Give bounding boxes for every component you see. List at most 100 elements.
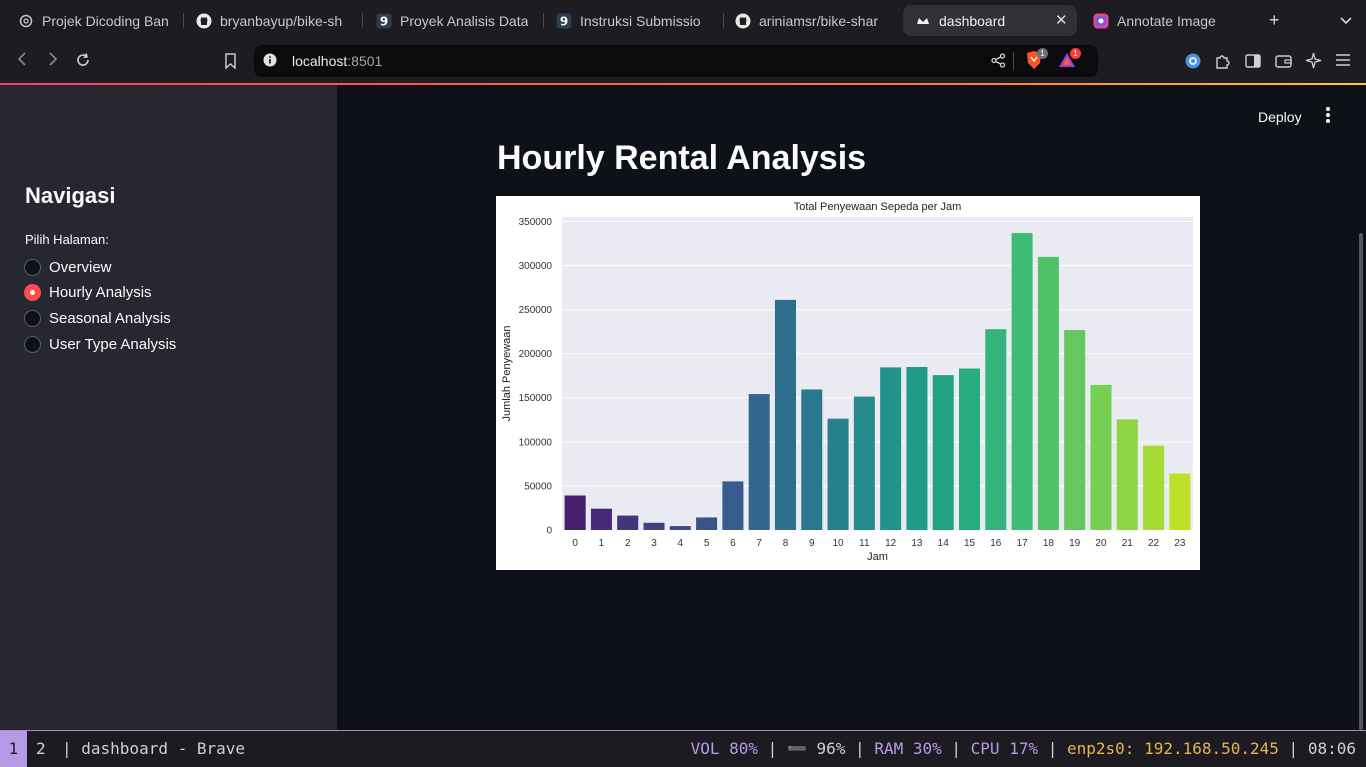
x-tick-label: 23	[1174, 538, 1186, 549]
tab-divider	[543, 13, 544, 28]
back-button[interactable]	[17, 51, 27, 72]
bar-hour-9	[801, 389, 823, 530]
wallet-icon[interactable]	[1275, 53, 1292, 73]
x-tick-label: 18	[1043, 538, 1055, 549]
bar-hour-4	[669, 526, 691, 530]
dicoding-icon: 9	[376, 13, 392, 29]
bar-hour-11	[853, 396, 875, 530]
shields-count-badge: 1	[1037, 48, 1048, 59]
bar-hour-12	[880, 367, 902, 530]
window-title: | dashboard - Brave	[62, 739, 246, 758]
close-tab-icon[interactable]: ✕	[1055, 11, 1068, 29]
tab-instruksi-submission[interactable]: 9 Instruksi Submissio	[556, 5, 712, 36]
tab-proyek-analisis[interactable]: 9 Proyek Analisis Data	[376, 5, 532, 36]
x-tick-label: 2	[625, 538, 631, 549]
workspace-2[interactable]: 2	[36, 731, 46, 767]
sidebar: Navigasi Pilih Halaman: Overview Hourly …	[0, 85, 337, 730]
status-separator: |	[1038, 739, 1067, 758]
x-tick-label: 22	[1148, 538, 1160, 549]
radio-label: User Type Analysis	[49, 336, 177, 353]
scrollbar[interactable]	[1359, 233, 1363, 730]
bar-hour-21	[1116, 419, 1138, 530]
vpn-icon[interactable]	[1185, 53, 1201, 73]
radio-seasonal-analysis[interactable]: Seasonal Analysis	[24, 310, 171, 327]
radio-user-type-analysis[interactable]: User Type Analysis	[24, 336, 176, 353]
radio-hourly-analysis[interactable]: Hourly Analysis	[24, 284, 152, 301]
x-tick-label: 16	[990, 538, 1002, 549]
bar-hour-0	[564, 495, 586, 530]
status-separator: |	[845, 739, 875, 758]
bar-hour-20	[1090, 384, 1112, 530]
network-status: enp2s0: 192.168.50.245	[1067, 739, 1279, 758]
sidebar-toggle-icon[interactable]	[1245, 53, 1261, 73]
page-title: Hourly Rental Analysis	[497, 139, 867, 177]
bar-hour-18	[1037, 256, 1059, 530]
x-tick-label: 8	[783, 538, 789, 549]
github-icon	[196, 13, 212, 29]
status-separator: |	[1278, 739, 1308, 758]
url-host: localhost	[292, 53, 348, 69]
bar-hour-14	[932, 375, 954, 530]
radio-circle[interactable]	[24, 336, 41, 353]
bookmark-icon[interactable]	[224, 53, 237, 74]
tab-label: Annotate Image	[1117, 12, 1216, 29]
y-tick-label: 300000	[519, 261, 553, 272]
volume-status: VOL 80%	[690, 739, 759, 758]
tab-bryanbayup[interactable]: bryanbayup/bike-sh	[196, 5, 350, 36]
x-tick-label: 7	[756, 538, 762, 549]
main-menu-icon[interactable]	[1322, 105, 1334, 125]
y-tick-label: 0	[546, 526, 552, 537]
x-tick-label: 9	[809, 538, 815, 549]
radio-circle[interactable]	[24, 310, 41, 327]
tab-label: bryanbayup/bike-sh	[220, 12, 343, 29]
leo-ai-icon[interactable]	[1305, 52, 1322, 73]
radio-circle-selected[interactable]	[24, 284, 41, 301]
x-tick-label: 5	[704, 538, 710, 549]
x-tick-label: 19	[1069, 538, 1081, 549]
x-tick-label: 20	[1095, 538, 1107, 549]
radio-circle[interactable]	[24, 259, 41, 276]
radio-overview[interactable]: Overview	[24, 259, 112, 276]
browser-menu-icon[interactable]	[1335, 53, 1351, 71]
workspace-1[interactable]: 1	[0, 731, 27, 767]
y-tick-label: 200000	[519, 349, 553, 360]
tab-divider	[183, 13, 184, 28]
github-icon	[735, 13, 751, 29]
tab-dashboard[interactable]: dashboard	[903, 5, 1077, 36]
bar-hour-6	[722, 481, 744, 530]
extensions-puzzle-icon[interactable]	[1214, 53, 1231, 74]
tab-projek-dicoding[interactable]: Projek Dicoding Ban	[18, 5, 176, 36]
rewards-count-badge: 1	[1070, 48, 1081, 59]
tab-annotate-image[interactable]: Annotate Image	[1093, 5, 1243, 36]
tab-list-chevron-icon[interactable]	[1340, 12, 1352, 29]
browser-toolbar: localhost:8501 1 1	[0, 41, 1366, 83]
status-separator: |	[758, 739, 787, 758]
x-axis-label: Jam	[867, 551, 888, 563]
y-axis-label: Jumlah Penyewaan	[501, 325, 513, 421]
bar-hour-19	[1064, 330, 1086, 530]
ram-status: RAM 30%	[874, 739, 942, 758]
openai-icon	[18, 13, 34, 29]
x-tick-label: 4	[678, 538, 684, 549]
tab-label: ariniamsr/bike-shar	[759, 12, 879, 29]
deploy-button[interactable]: Deploy	[1258, 109, 1302, 125]
forward-button[interactable]	[48, 51, 58, 72]
tab-ariniamsr[interactable]: ariniamsr/bike-shar	[735, 5, 887, 36]
new-tab-button[interactable]: +	[1269, 10, 1280, 31]
bar-hour-15	[959, 368, 981, 530]
radio-group-label: Pilih Halaman:	[25, 232, 109, 247]
battery-status: ➖ 96%	[786, 739, 846, 758]
tab-label: Projek Dicoding Ban	[42, 12, 169, 29]
x-tick-label: 12	[885, 538, 897, 549]
status-bar: VOL 80% | ➖ 96% | RAM 30% | CPU 17% | en…	[691, 731, 1356, 767]
svg-text:9: 9	[380, 14, 388, 28]
share-icon[interactable]	[991, 53, 1006, 73]
bar-hour-3	[643, 522, 665, 530]
radio-label: Hourly Analysis	[49, 284, 152, 301]
x-tick-label: 3	[651, 538, 657, 549]
x-tick-label: 14	[938, 538, 950, 549]
site-info-icon[interactable]	[263, 53, 277, 72]
annotate-icon	[1093, 13, 1109, 29]
address-bar[interactable]: localhost:8501 1 1	[254, 45, 1098, 77]
reload-button[interactable]	[75, 52, 91, 73]
